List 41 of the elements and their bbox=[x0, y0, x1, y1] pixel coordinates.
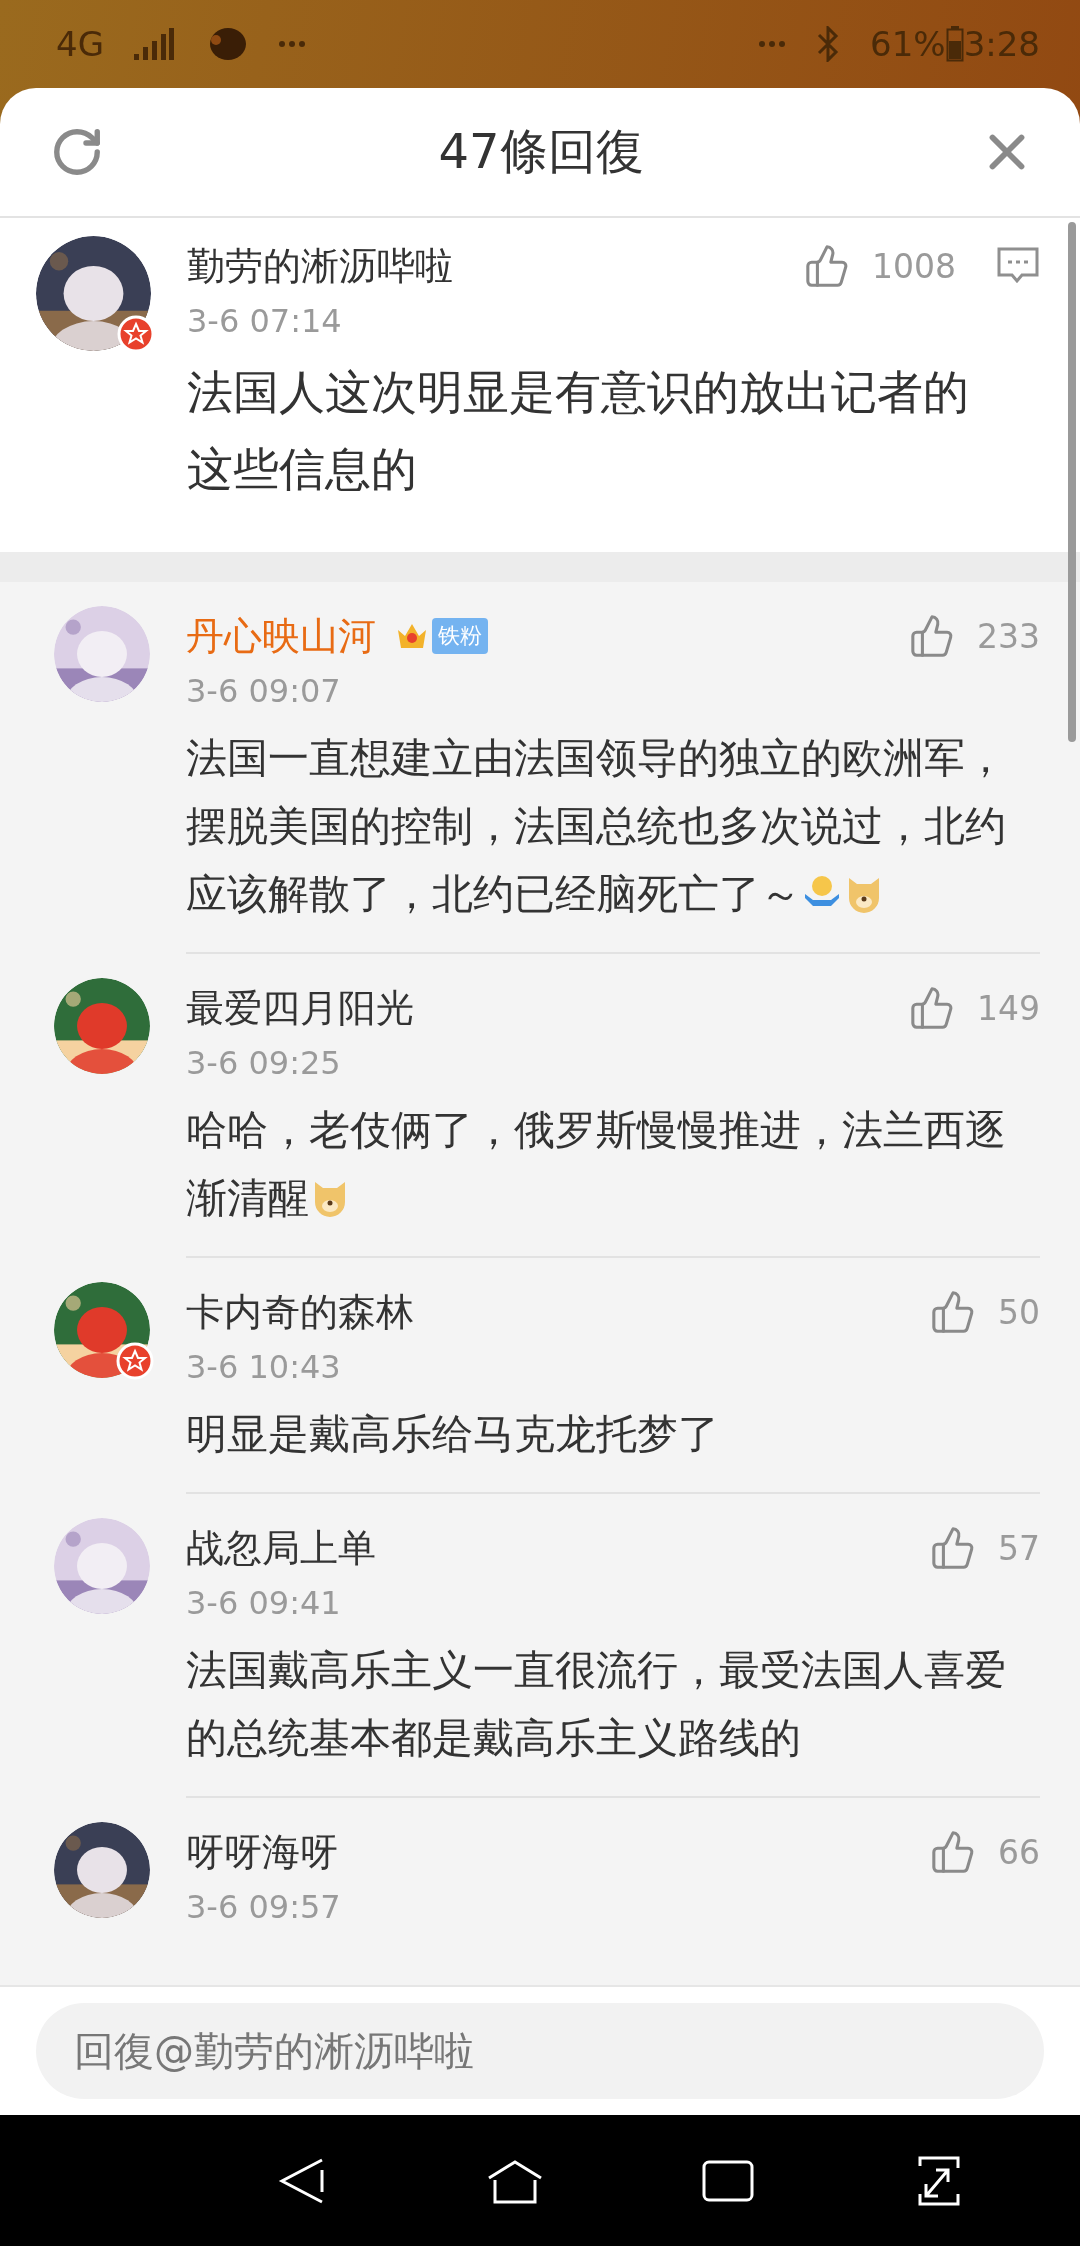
more-icon bbox=[278, 40, 306, 48]
like-icon[interactable] bbox=[804, 243, 850, 289]
comment-text: 法国戴高乐主义一直很流行，最受法国人喜爱的总统基本都是戴高乐主义路线的 bbox=[186, 1645, 1007, 1764]
like-icon[interactable] bbox=[930, 1525, 976, 1571]
like-icon[interactable] bbox=[930, 1829, 976, 1875]
author-name[interactable]: 卡内奇的森林 bbox=[186, 1286, 414, 1338]
more-icon bbox=[758, 40, 787, 48]
like-count: 1008 bbox=[872, 246, 956, 286]
author-name[interactable]: 战忽局上单 bbox=[186, 1522, 376, 1574]
battery-icon bbox=[945, 26, 964, 62]
like-icon[interactable] bbox=[930, 1289, 976, 1335]
comment-text: 哈哈，老伎俩了，俄罗斯慢慢推进，法兰西逐渐清醒 bbox=[186, 1105, 1007, 1224]
author-name[interactable]: 呀呀海呀 bbox=[186, 1826, 338, 1878]
like-count: 149 bbox=[977, 988, 1040, 1028]
like-icon[interactable] bbox=[909, 613, 955, 659]
like-count: 50 bbox=[998, 1292, 1040, 1332]
comment-time: 3-6 09:07 bbox=[186, 672, 342, 710]
comment-time: 3-6 09:25 bbox=[186, 1044, 342, 1082]
reply-input-field[interactable]: 回復@勤劳的淅沥哔啦 bbox=[36, 2003, 1044, 2099]
comment-time: 3-6 09:41 bbox=[186, 1584, 342, 1622]
comment-text: 法国一直想建立由法国领导的独立的欧洲军，摆脱美国的控制，法国总统也多次说过，北约应该解散了，北约已经脑死亡了～ bbox=[186, 733, 1007, 920]
author-name[interactable]: 勤劳的淅沥哔啦 bbox=[187, 240, 453, 292]
comment-text: 明显是戴高乐给马克龙托梦了 bbox=[186, 1409, 720, 1460]
fan-badge: 铁粉 bbox=[432, 618, 488, 654]
comment-time: 3-6 09:57 bbox=[186, 1888, 342, 1926]
like-count: 233 bbox=[977, 616, 1040, 656]
author-name[interactable]: 最爱四月阳光 bbox=[186, 982, 414, 1034]
network-type: 4G bbox=[56, 24, 104, 64]
like-count: 66 bbox=[998, 1832, 1040, 1872]
bluetooth-icon bbox=[816, 26, 841, 62]
like-count: 57 bbox=[998, 1528, 1040, 1568]
recent-apps-icon[interactable] bbox=[701, 2158, 756, 2203]
clock-time: 3:28 bbox=[963, 24, 1040, 64]
comment-time: 3-6 07:14 bbox=[187, 302, 343, 340]
comment-icon[interactable] bbox=[996, 246, 1040, 286]
signal-icon bbox=[134, 28, 174, 60]
comment-text: 法国人这次明显是有意识的放出记者的这些信息的 bbox=[187, 364, 970, 498]
like-icon[interactable] bbox=[909, 985, 955, 1031]
comment-time: 3-6 10:43 bbox=[186, 1348, 342, 1386]
battery-percent: 61% bbox=[870, 24, 946, 64]
replies-title: 47條回復 bbox=[438, 122, 644, 181]
